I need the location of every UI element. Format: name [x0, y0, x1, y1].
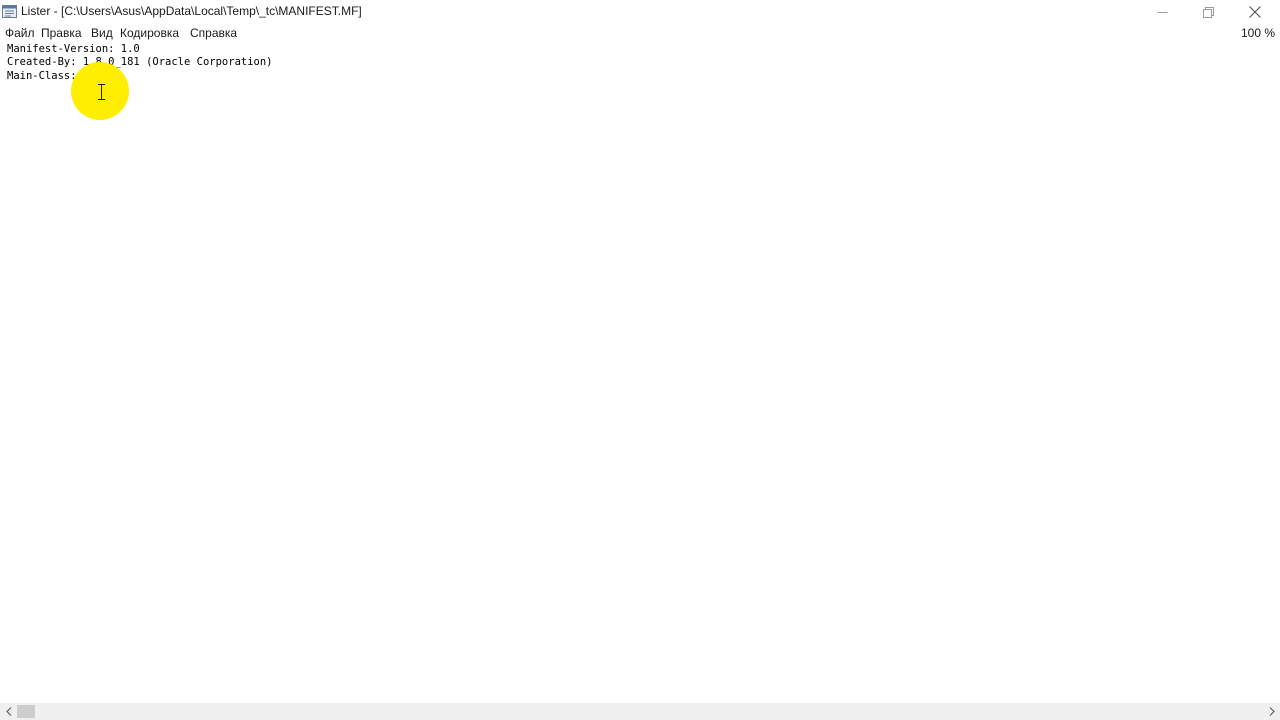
menu-view[interactable]: Вид — [91, 26, 113, 40]
chevron-right-icon — [1269, 707, 1275, 716]
close-button[interactable] — [1232, 0, 1278, 24]
menu-encoding[interactable]: Кодировка — [120, 26, 179, 40]
text-line: Created-By: 1.8.0_181 (Oracle Corporatio… — [7, 56, 273, 68]
window-title: Lister - [C:\Users\Asus\AppData\Local\Te… — [21, 4, 362, 18]
title-bar[interactable]: Lister - [C:\Users\Asus\AppData\Local\Te… — [0, 0, 1280, 24]
restore-icon — [1202, 6, 1214, 18]
close-icon — [1249, 6, 1261, 18]
text-line: Manifest-Version: 1.0 — [7, 43, 140, 55]
horizontal-scrollbar[interactable] — [0, 703, 1280, 720]
text-cursor-icon — [98, 84, 105, 100]
minimize-button[interactable] — [1139, 0, 1185, 24]
menu-bar: Файл Правка Вид Кодировка Справка 100 % — [0, 24, 1280, 43]
text-viewer[interactable]: Manifest-Version: 1.0 Created-By: 1.8.0_… — [0, 43, 1280, 703]
menu-help[interactable]: Справка — [190, 26, 237, 40]
scroll-thumb[interactable] — [17, 705, 35, 718]
zoom-level: 100 % — [1240, 26, 1275, 40]
restore-button[interactable] — [1185, 0, 1231, 24]
lister-window: Lister - [C:\Users\Asus\AppData\Local\Te… — [0, 0, 1280, 720]
chevron-left-icon — [5, 707, 11, 716]
minimize-icon — [1157, 11, 1167, 13]
scroll-right-button[interactable] — [1263, 703, 1280, 720]
menu-file[interactable]: Файл — [5, 26, 35, 40]
scroll-left-button[interactable] — [0, 703, 17, 720]
menu-edit[interactable]: Правка — [41, 26, 82, 40]
lister-app-icon — [2, 5, 17, 18]
